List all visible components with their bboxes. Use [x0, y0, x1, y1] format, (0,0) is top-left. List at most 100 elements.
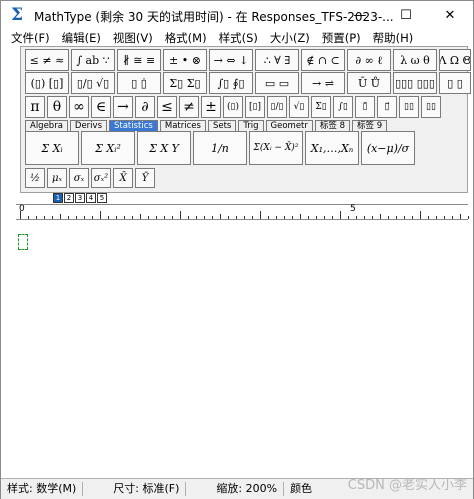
tab-statistics[interactable]: Statistics	[109, 120, 158, 131]
menu-view[interactable]: 视图(V)	[113, 30, 153, 46]
matrix-3-button[interactable]: ▯▯	[421, 96, 441, 118]
summation-palette[interactable]: Σ▯ Σ▯	[163, 72, 207, 94]
fraction-palette[interactable]: ▯/▯ √▯	[71, 72, 115, 94]
leq-button[interactable]: ≤	[157, 96, 177, 118]
infinity-button[interactable]: ∞	[69, 96, 89, 118]
products-palette[interactable]: Ū Ů	[347, 72, 391, 94]
box-palette[interactable]: ▯ ▯	[439, 72, 471, 94]
logic-palette[interactable]: ∴ ∀ ∃	[255, 49, 299, 71]
spaces-palette[interactable]: ∫ ab ∵	[71, 49, 115, 71]
tab-label-9[interactable]: 标签 9	[352, 120, 388, 131]
insertion-slot[interactable]	[18, 234, 28, 250]
tab-geometry[interactable]: Geometr	[265, 120, 313, 131]
greek-upper-palette[interactable]: Λ Ω Θ	[439, 49, 471, 71]
ruler-tick	[428, 216, 429, 219]
template-y-bar[interactable]: Ȳ	[135, 168, 155, 188]
bar-palette[interactable]: ▭ ▭	[255, 72, 299, 94]
status-color[interactable]: 颜色	[284, 482, 318, 496]
template-z-score[interactable]: (x−μ)/σ	[361, 131, 415, 165]
ruler-tick	[388, 216, 389, 219]
statistics-templates: Σ Xᵢ Σ Xᵢ² Σ X Y 1/n Σ(Xᵢ − X̄)² X₁,…,Xₙ…	[25, 131, 417, 165]
template-sequence[interactable]: X₁,…,Xₙ	[305, 131, 359, 165]
fraction-button[interactable]: ▯/▯	[267, 96, 287, 118]
equation-editor[interactable]	[1, 221, 473, 477]
template-sum-x[interactable]: Σ Xᵢ	[25, 131, 79, 165]
pi-button[interactable]: π	[25, 96, 45, 118]
template-sum-xy[interactable]: Σ X Y	[137, 131, 191, 165]
ruler-tick	[92, 216, 93, 219]
ruler[interactable]: 0 5	[16, 204, 469, 220]
tab-matrices[interactable]: Matrices	[159, 120, 206, 131]
close-button[interactable]: ✕	[427, 1, 473, 29]
tab-trig[interactable]: Trig	[238, 120, 264, 131]
sqrt-button[interactable]: √▯	[289, 96, 309, 118]
fence-palette[interactable]: (▯) [▯]	[25, 72, 69, 94]
brackets-button[interactable]: [▯]	[245, 96, 265, 118]
tab-label-8[interactable]: 标签 8	[314, 120, 351, 131]
menu-preferences[interactable]: 预置(P)	[322, 30, 361, 46]
template-half[interactable]: ½	[25, 168, 45, 188]
relations-palette[interactable]: ≤ ≠ ≈	[25, 49, 69, 71]
matrix-2-button[interactable]: ▯▯	[399, 96, 419, 118]
template-mu-x[interactable]: μₓ	[47, 168, 67, 188]
menu-style[interactable]: 样式(S)	[219, 30, 258, 46]
tab-algebra[interactable]: Algebra	[25, 120, 68, 131]
workspace-tab-5[interactable]: 5	[97, 193, 107, 203]
arrows-palette[interactable]: → ⇔ ↓	[209, 49, 253, 71]
statistics-small-templates: ½ μₓ σₓ σₓ² X̄ Ȳ	[25, 168, 157, 188]
arrow-button[interactable]: →	[113, 96, 133, 118]
status-size[interactable]: 尺寸: 标准(F)	[83, 482, 187, 496]
overbar-button[interactable]: ▯̄	[355, 96, 375, 118]
integral-button[interactable]: ∫▯	[333, 96, 353, 118]
ruler-tick	[468, 216, 469, 219]
script-palette[interactable]: ▯ ▯̇	[117, 72, 161, 94]
misc-symbols-palette[interactable]: ∂ ∞ ℓ	[347, 49, 391, 71]
tab-sets[interactable]: Sets	[207, 120, 237, 131]
menu-format[interactable]: 格式(M)	[165, 30, 207, 46]
menu-size[interactable]: 大小(Z)	[270, 30, 310, 46]
labeled-arrow-palette[interactable]: → ⇌	[301, 72, 345, 94]
element-of-button[interactable]: ∈	[91, 96, 111, 118]
plus-minus-button[interactable]: ±	[201, 96, 221, 118]
status-style[interactable]: 样式: 数学(M)	[1, 482, 84, 496]
parens-button[interactable]: (▯)	[223, 96, 243, 118]
ruler-tick	[260, 211, 261, 219]
operators-palette[interactable]: ± • ⊗	[163, 49, 207, 71]
vector-button[interactable]: ▯⃗	[377, 96, 397, 118]
matrix-palette[interactable]: ▯▯▯ ▯▯▯	[393, 72, 437, 94]
partial-button[interactable]: ∂	[135, 96, 155, 118]
neq-button[interactable]: ≠	[179, 96, 199, 118]
ruler-tick	[228, 216, 229, 219]
embellishments-palette[interactable]: ∦ ≅ ≡	[117, 49, 161, 71]
ruler-tick	[52, 216, 53, 219]
minimize-button[interactable]: —	[337, 1, 383, 29]
ruler-tick	[372, 216, 373, 219]
workspace-tab-3[interactable]: 3	[75, 193, 85, 203]
ruler-tick	[284, 216, 285, 219]
workspace-tab-4[interactable]: 4	[86, 193, 96, 203]
greek-lower-palette[interactable]: λ ω θ	[393, 49, 437, 71]
template-sum-x-squared[interactable]: Σ Xᵢ²	[81, 131, 135, 165]
tab-derivs[interactable]: Derivs	[69, 120, 107, 131]
set-theory-palette[interactable]: ∉ ∩ ⊂	[301, 49, 345, 71]
symbol-palette-row: ≤ ≠ ≈ ∫ ab ∵ ∦ ≅ ≡ ± • ⊗ → ⇔ ↓ ∴ ∀ ∃ ∉ ∩…	[25, 49, 473, 71]
workspace-tab-1[interactable]: 1	[53, 193, 63, 203]
ruler-tick	[220, 214, 221, 219]
integral-palette[interactable]: ∫▯ ∮▯	[209, 72, 253, 94]
template-x-bar[interactable]: X̄	[113, 168, 133, 188]
menu-file[interactable]: 文件(F)	[11, 30, 50, 46]
workspace-tab-2[interactable]: 2	[64, 193, 74, 203]
maximize-button[interactable]: ☐	[383, 1, 429, 29]
ruler-tick	[276, 216, 277, 219]
theta-button[interactable]: θ	[47, 96, 67, 118]
template-sigma-x-squared[interactable]: σₓ²	[91, 168, 111, 188]
template-sigma-x[interactable]: σₓ	[69, 168, 89, 188]
template-one-over-n[interactable]: 1/n	[193, 131, 247, 165]
ruler-tick	[108, 216, 109, 219]
template-sum-squared-deviation[interactable]: Σ(Xᵢ − X̄)²	[249, 131, 303, 165]
sum-button[interactable]: Σ▯	[311, 96, 331, 118]
menu-edit[interactable]: 编辑(E)	[62, 30, 101, 46]
ruler-tick	[396, 216, 397, 219]
status-zoom[interactable]: 缩放: 200%	[186, 482, 285, 496]
menu-help[interactable]: 帮助(H)	[373, 30, 414, 46]
